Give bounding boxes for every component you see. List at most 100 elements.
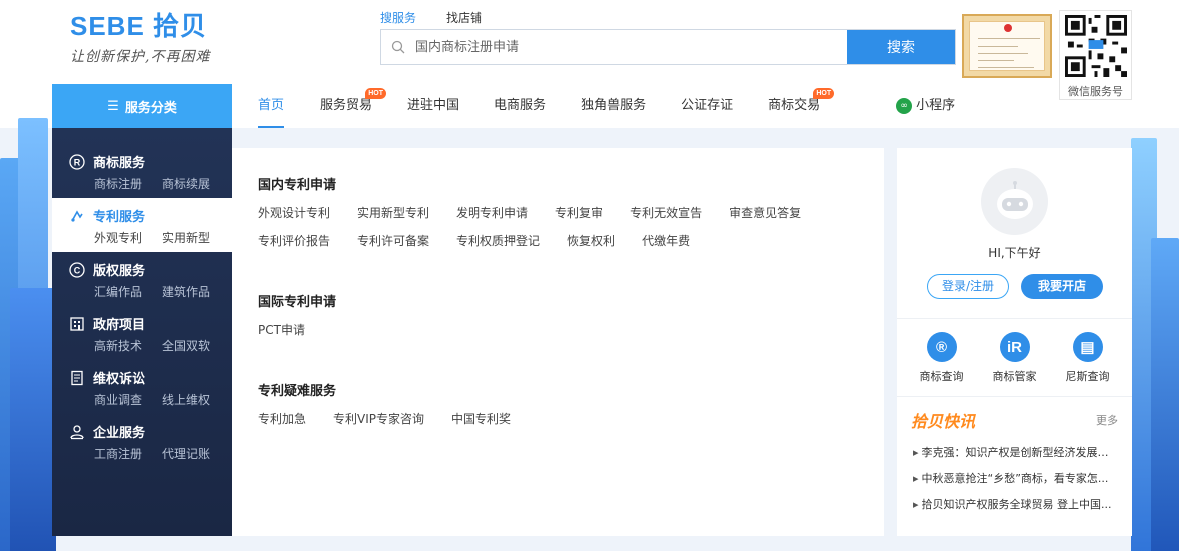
sidebar-item-government[interactable]: 政府项目 高新技术 全国双软 [52,306,232,360]
sidebar-sub-link[interactable]: 实用新型 [162,229,210,246]
section-title: 专利疑难服务 [258,384,337,399]
service-link[interactable]: 专利VIP专家咨询 [333,405,424,433]
sidebar-item-title: 商标服务 [93,156,146,171]
logo-slogan: 让创新保护,不再困难 [70,49,211,65]
tool-label: 尼斯查询 [1065,370,1110,383]
avatar [981,168,1048,235]
sidebar-sub-link[interactable]: 商业调查 [94,391,142,408]
section-international-patent: 国际专利申请 PCT申请 [258,291,884,344]
copyright-icon: C [68,261,85,278]
patent-services-panel: 国内专利申请 外观设计专利 实用新型专利 发明专利申请 专利复审 专利无效宣告 … [232,148,884,536]
service-link[interactable]: 中国专利奖 [451,405,511,433]
nav-label: 服务贸易 [320,98,373,113]
service-link[interactable]: 专利无效宣告 [630,199,702,227]
hot-badge: HOT [813,88,835,99]
nav-label: 商标交易 [768,98,821,113]
qr-caption: 微信服务号 [1068,85,1123,98]
news-item[interactable]: 李克强：知识产权是创新型经济发展的... [913,440,1119,466]
trademark-manager-icon: iR [999,332,1030,362]
sidebar-item-trademark[interactable]: R 商标服务 商标注册 商标续展 [52,144,232,198]
sidebar-sub-link[interactable]: 商标注册 [94,175,142,192]
user-icon [68,423,85,440]
nice-search-icon: ▤ [1072,332,1103,362]
sidebar-item-copyright[interactable]: C 版权服务 汇编作品 建筑作品 [52,252,232,306]
logo[interactable]: SEBE 拾贝 让创新保护,不再困难 [70,6,210,66]
city-decoration-right [1131,118,1179,551]
nav-enter-china[interactable]: 进驻中国 [407,84,459,128]
service-link[interactable]: 专利许可备案 [357,227,429,255]
sidebar-sub-link[interactable]: 汇编作品 [94,283,142,300]
search-box: 搜索 [380,29,956,65]
search-icon [381,30,415,64]
service-link[interactable]: 专利评价报告 [258,227,330,255]
sidebar-sub-link[interactable]: 工商注册 [94,445,142,462]
sidebar-sub-link[interactable]: 高新技术 [94,337,142,354]
sidebar-item-title: 版权服务 [93,264,146,279]
category-sidebar: R 商标服务 商标注册 商标续展 专利服务 外观专利 实用新型 C 版权服务 汇… [52,128,232,536]
sidebar-sub-link[interactable]: 建筑作品 [162,283,210,300]
service-link[interactable]: 外观设计专利 [258,199,330,227]
quick-tools: ® 商标查询 iR 商标管家 ▤ 尼斯查询 [897,332,1132,384]
service-link[interactable]: 专利加急 [258,405,306,433]
service-link[interactable]: 发明专利申请 [456,199,528,227]
sidebar-sub-link[interactable]: 外观专利 [94,229,142,246]
section-difficult-patent: 专利疑难服务 专利加急 专利VIP专家咨询 中国专利奖 [258,380,884,433]
svg-text:R: R [73,157,80,167]
sidebar-sub-link[interactable]: 线上维权 [162,391,210,408]
sidebar-sub-link[interactable]: 全国双软 [162,337,210,354]
nav-trademark-trade[interactable]: 商标交易 HOT [768,84,835,128]
svg-text:C: C [73,265,80,275]
section-domestic-patent: 国内专利申请 外观设计专利 实用新型专利 发明专利申请 专利复审 专利无效宣告 … [258,174,884,255]
sidebar-item-title: 专利服务 [93,210,146,225]
news-item[interactable]: 拾贝知识产权服务全球贸易 登上中国... [913,492,1119,518]
section-title: 国内专利申请 [258,178,337,193]
nav-mini-program[interactable]: ∞ 小程序 [896,84,955,128]
open-shop-button[interactable]: 我要开店 [1021,274,1103,299]
news-list: 李克强：知识产权是创新型经济发展的... 中秋恶意抢注“乡愁”商标，看专家怎..… [913,440,1119,518]
nav-unicorn[interactable]: 独角兽服务 [581,84,646,128]
trademark-search-icon: ® [926,332,957,362]
sidebar-sub-link[interactable]: 代理记账 [162,445,210,462]
sidebar-item-patent[interactable]: 专利服务 外观专利 实用新型 [52,198,232,252]
sidebar-item-title: 政府项目 [93,318,146,333]
nav-ecommerce[interactable]: 电商服务 [494,84,546,128]
search-button[interactable]: 搜索 [847,30,955,64]
service-link[interactable]: 恢复权利 [567,227,615,255]
sidebar-item-enterprise[interactable]: 企业服务 工商注册 代理记账 [52,414,232,468]
service-link[interactable]: 专利复审 [555,199,603,227]
city-decoration-left [0,118,56,551]
service-link[interactable]: 审查意见答复 [729,199,801,227]
building-icon [68,315,85,332]
service-link[interactable]: 实用新型专利 [357,199,429,227]
search-tab-services[interactable]: 搜服务 [380,9,416,26]
mini-program-label: 小程序 [916,98,956,113]
news-more-link[interactable]: 更多 [1096,412,1118,428]
service-link[interactable]: PCT申请 [258,316,305,344]
tool-nice-search[interactable]: ▤ 尼斯查询 [1056,332,1120,384]
nav-home[interactable]: 首页 [258,84,285,128]
sidebar-sub-link[interactable]: 商标续展 [162,175,210,192]
service-category-header[interactable]: ☰ 服务分类 [52,84,232,128]
main-nav: 首页 服务贸易 HOT 进驻中国 电商服务 独角兽服务 公证存证 商标交易 HO… [232,84,955,128]
sidebar-item-litigation[interactable]: 维权诉讼 商业调查 线上维权 [52,360,232,414]
registered-icon: R [68,153,85,170]
login-register-button[interactable]: 登录/注册 [927,274,1009,299]
search-tab-shops[interactable]: 找店铺 [446,9,482,26]
certificate-image [962,14,1052,78]
tool-trademark-manager[interactable]: iR 商标管家 [983,332,1047,384]
tool-trademark-search[interactable]: ® 商标查询 [910,332,974,384]
search-input[interactable] [415,30,847,64]
service-link[interactable]: 代缴年费 [642,227,690,255]
qr-code-icon [1064,15,1127,77]
service-link[interactable]: 专利权质押登记 [456,227,540,255]
robot-avatar-icon [996,180,1033,219]
logo-name: SEBE 拾贝 [70,11,208,41]
news-item[interactable]: 中秋恶意抢注“乡愁”商标，看专家怎... [913,466,1119,492]
greeting: HI,下午好 [988,246,1041,260]
sidebar-item-title: 维权诉讼 [93,372,146,387]
mini-program-icon: ∞ [896,98,913,114]
news-title: 拾贝快讯 [911,412,976,431]
nav-service-trade[interactable]: 服务贸易 HOT [320,84,387,128]
user-card: HI,下午好 登录/注册 我要开店 ® 商标查询 iR 商标管家 ▤ 尼斯查询 … [897,148,1132,536]
nav-notary[interactable]: 公证存证 [681,84,733,128]
